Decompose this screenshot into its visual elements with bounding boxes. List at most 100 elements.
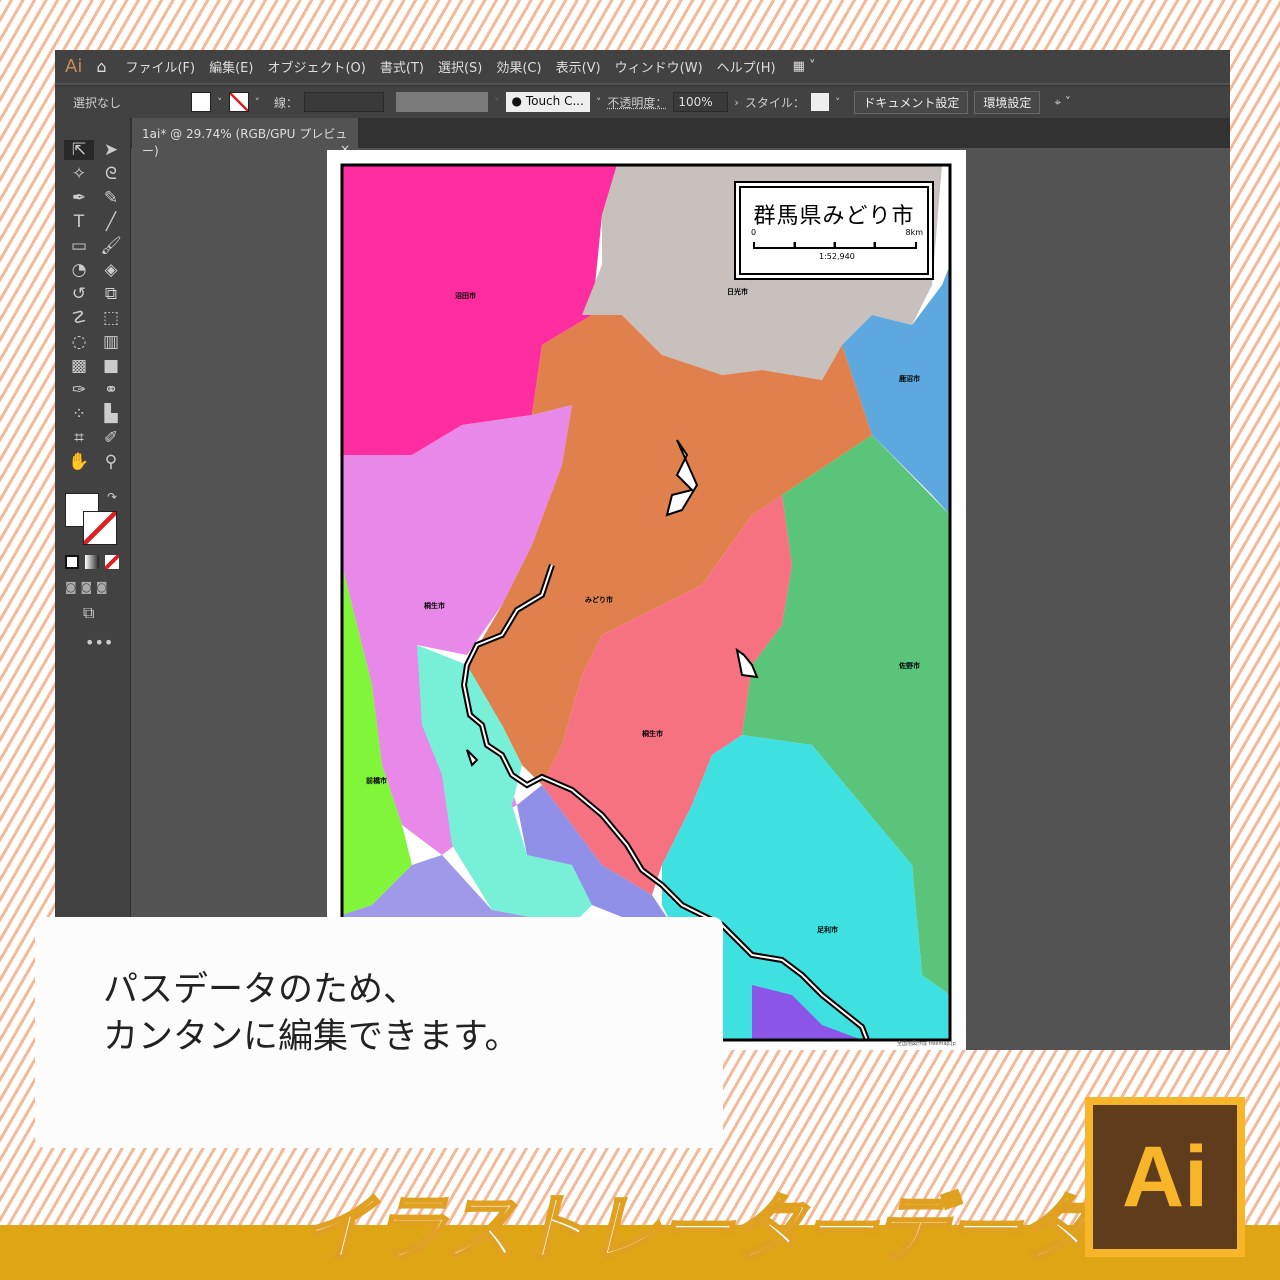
- city-label: 桐生市: [642, 729, 663, 738]
- gradient-tool-icon[interactable]: ■: [96, 356, 126, 376]
- stroke-color-box[interactable]: [83, 511, 117, 545]
- magic-wand-tool-icon[interactable]: ✧: [64, 164, 94, 184]
- blend-tool-icon[interactable]: ⚭: [96, 380, 126, 400]
- warp-tool-icon[interactable]: ☡: [64, 308, 94, 328]
- document-setup-button[interactable]: ドキュメント設定: [854, 90, 969, 114]
- control-bar: 選択なし ˅ ˅ 線： ˅ ● Touch C... ˅ 不透明度： 100% …: [55, 85, 1230, 118]
- artboard-tool-icon[interactable]: ⌗: [64, 428, 94, 448]
- home-icon[interactable]: ⌂: [92, 57, 118, 76]
- banner-title: イラストレーターデータ: [299, 1186, 1095, 1275]
- city-label: 日光市: [727, 287, 748, 296]
- ai-logo: Ai: [65, 56, 83, 77]
- swap-icon[interactable]: ↷: [107, 490, 117, 504]
- free-transform-tool-icon[interactable]: ⬚: [96, 308, 126, 328]
- rectangle-tool-icon[interactable]: ▭: [64, 236, 94, 256]
- document-tab-bar: 1ai* @ 29.74% (RGB/GPU プレビュー) ×: [55, 118, 1230, 158]
- brush-select[interactable]: ● Touch C...: [505, 92, 590, 112]
- color-icon[interactable]: [65, 555, 79, 569]
- illustrator-logo-text: Ai: [1093, 1105, 1237, 1249]
- stroke-label[interactable]: 線：: [274, 94, 298, 111]
- illustrator-window: Ai ⌂ ファイル(F) 編集(E) オブジェクト(O) 書式(T) 選択(S)…: [55, 50, 1230, 1050]
- eraser-tool-icon[interactable]: ◈: [96, 260, 126, 280]
- line-tool-icon[interactable]: ╱: [96, 212, 126, 232]
- selection-tool-icon[interactable]: ⇱: [64, 140, 94, 160]
- chevron-down-icon[interactable]: ˅: [217, 96, 223, 109]
- callout-line-2: カンタンに編集できます。: [103, 1017, 520, 1057]
- menu-bar: Ai ⌂ ファイル(F) 編集(E) オブジェクト(O) 書式(T) 選択(S)…: [55, 50, 1230, 83]
- pen-tool-icon[interactable]: ✒: [64, 188, 94, 208]
- document-tab[interactable]: 1ai* @ 29.74% (RGB/GPU プレビュー) ×: [132, 118, 358, 158]
- map-title: 群馬県みどり市: [753, 204, 915, 229]
- menu-object[interactable]: オブジェクト(O): [260, 57, 372, 76]
- perspective-grid-tool-icon[interactable]: ▥: [96, 332, 126, 352]
- arrange-icon[interactable]: ⌖ ˅: [1054, 95, 1071, 110]
- artboard[interactable]: 沼田市 日光市 鹿沼市 桐生市 みどり市 桐生市 佐野市 前橋市 足利市 群馬県みどり市 0 8…: [327, 150, 966, 1050]
- stroke-weight-input[interactable]: [304, 92, 385, 112]
- menu-select[interactable]: 選択(S): [431, 57, 489, 76]
- draw-modes-icon[interactable]: ◙ ◙ ◙: [65, 580, 108, 594]
- tab-title: 1ai* @ 29.74% (RGB/GPU プレビュー): [142, 127, 348, 158]
- menu-type[interactable]: 書式(T): [373, 57, 431, 76]
- city-label: 沼田市: [455, 291, 476, 300]
- city-label: 足利市: [817, 925, 838, 934]
- scale-end: 8km: [905, 228, 923, 237]
- callout-line-1: パスデータのため、: [103, 970, 419, 1010]
- scale-ratio: 1:52,940: [819, 252, 855, 261]
- style-label: スタイル：: [744, 95, 805, 110]
- tools-panel: ⇱ ➤ ✧ ᘓ ✒ ✎ T ╱ ▭ 🖌 ◔ ◈ ↺ ⧉ ☡ ⬚ ◌ ▥ ▩ ■ ✑ ⚭ ⁘ ▙ ⌗ ✐ ✋…: [55, 118, 131, 1050]
- chevron-down-icon[interactable]: ˅: [255, 96, 261, 109]
- chevron-down-icon[interactable]: ˅: [835, 96, 841, 109]
- selection-status: 選択なし: [73, 95, 122, 110]
- chevron-right-icon[interactable]: ›: [734, 96, 738, 109]
- workspace-switcher-icon[interactable]: ▦ ˅: [783, 59, 826, 74]
- none-icon[interactable]: [105, 555, 119, 569]
- direct-selection-tool-icon[interactable]: ➤: [96, 140, 126, 160]
- fill-swatch[interactable]: [191, 92, 211, 112]
- menu-effect[interactable]: 効果(C): [489, 57, 548, 76]
- gradient-icon[interactable]: [85, 555, 99, 569]
- brush-name: Touch C...: [525, 94, 584, 108]
- menu-file[interactable]: ファイル(F): [118, 57, 202, 76]
- type-tool-icon[interactable]: T: [64, 212, 94, 232]
- opacity-label[interactable]: 不透明度：: [607, 94, 667, 111]
- illustrator-logo: Ai: [1085, 1097, 1245, 1257]
- lasso-tool-icon[interactable]: ᘓ: [96, 164, 126, 184]
- opacity-input[interactable]: 100%: [673, 92, 729, 112]
- menu-window[interactable]: ウィンドウ(W): [608, 57, 710, 76]
- callout-box: パスデータのため、 カンタンに編集できます。: [35, 917, 723, 1148]
- symbol-sprayer-tool-icon[interactable]: ⁘: [64, 404, 94, 424]
- shaper-tool-icon[interactable]: ◔: [64, 260, 94, 280]
- more-tools-icon[interactable]: •••: [85, 633, 113, 652]
- city-label: 鹿沼市: [899, 374, 920, 383]
- shape-builder-tool-icon[interactable]: ◌: [64, 332, 94, 352]
- city-label: 桐生市: [424, 601, 445, 610]
- color-mode-buttons: [65, 555, 119, 569]
- stroke-swatch[interactable]: [228, 92, 249, 112]
- slice-tool-icon[interactable]: ✐: [96, 428, 126, 448]
- city-label: みどり市: [585, 595, 613, 604]
- screen-mode-icon[interactable]: ⧉: [83, 603, 94, 623]
- hand-tool-icon[interactable]: ✋: [64, 452, 94, 472]
- chevron-down-icon: ˅: [494, 95, 500, 109]
- scale-tool-icon[interactable]: ⧉: [96, 284, 126, 304]
- map-credit: 全国地図作成 freemap.jp: [897, 1041, 956, 1047]
- city-label: 佐野市: [898, 661, 920, 670]
- preferences-button[interactable]: 環境設定: [974, 90, 1041, 114]
- curvature-tool-icon[interactable]: ✎: [96, 188, 126, 208]
- map-title-box: 群馬県みどり市 0 8km 1:52,940: [734, 181, 934, 280]
- paintbrush-tool-icon[interactable]: 🖌: [96, 236, 126, 256]
- city-label: 前橋市: [366, 776, 387, 785]
- rotate-tool-icon[interactable]: ↺: [64, 284, 94, 304]
- zoom-tool-icon[interactable]: ⚲: [96, 452, 126, 472]
- style-swatch[interactable]: [810, 93, 829, 111]
- menu-help[interactable]: ヘルプ(H): [710, 57, 783, 76]
- scale-bar: [753, 242, 917, 249]
- eyedropper-tool-icon[interactable]: ✑: [64, 380, 94, 400]
- variable-width-profile[interactable]: [396, 92, 489, 112]
- menu-view[interactable]: 表示(V): [549, 57, 608, 76]
- menu-edit[interactable]: 編集(E): [202, 57, 260, 76]
- mesh-tool-icon[interactable]: ▩: [64, 356, 94, 376]
- chevron-down-icon[interactable]: ˅: [596, 96, 602, 109]
- map: 沼田市 日光市鹿沼市桐生市みどり市桐生市佐野市前橋市足利市: [340, 163, 952, 1042]
- graph-tool-icon[interactable]: ▙: [96, 404, 126, 424]
